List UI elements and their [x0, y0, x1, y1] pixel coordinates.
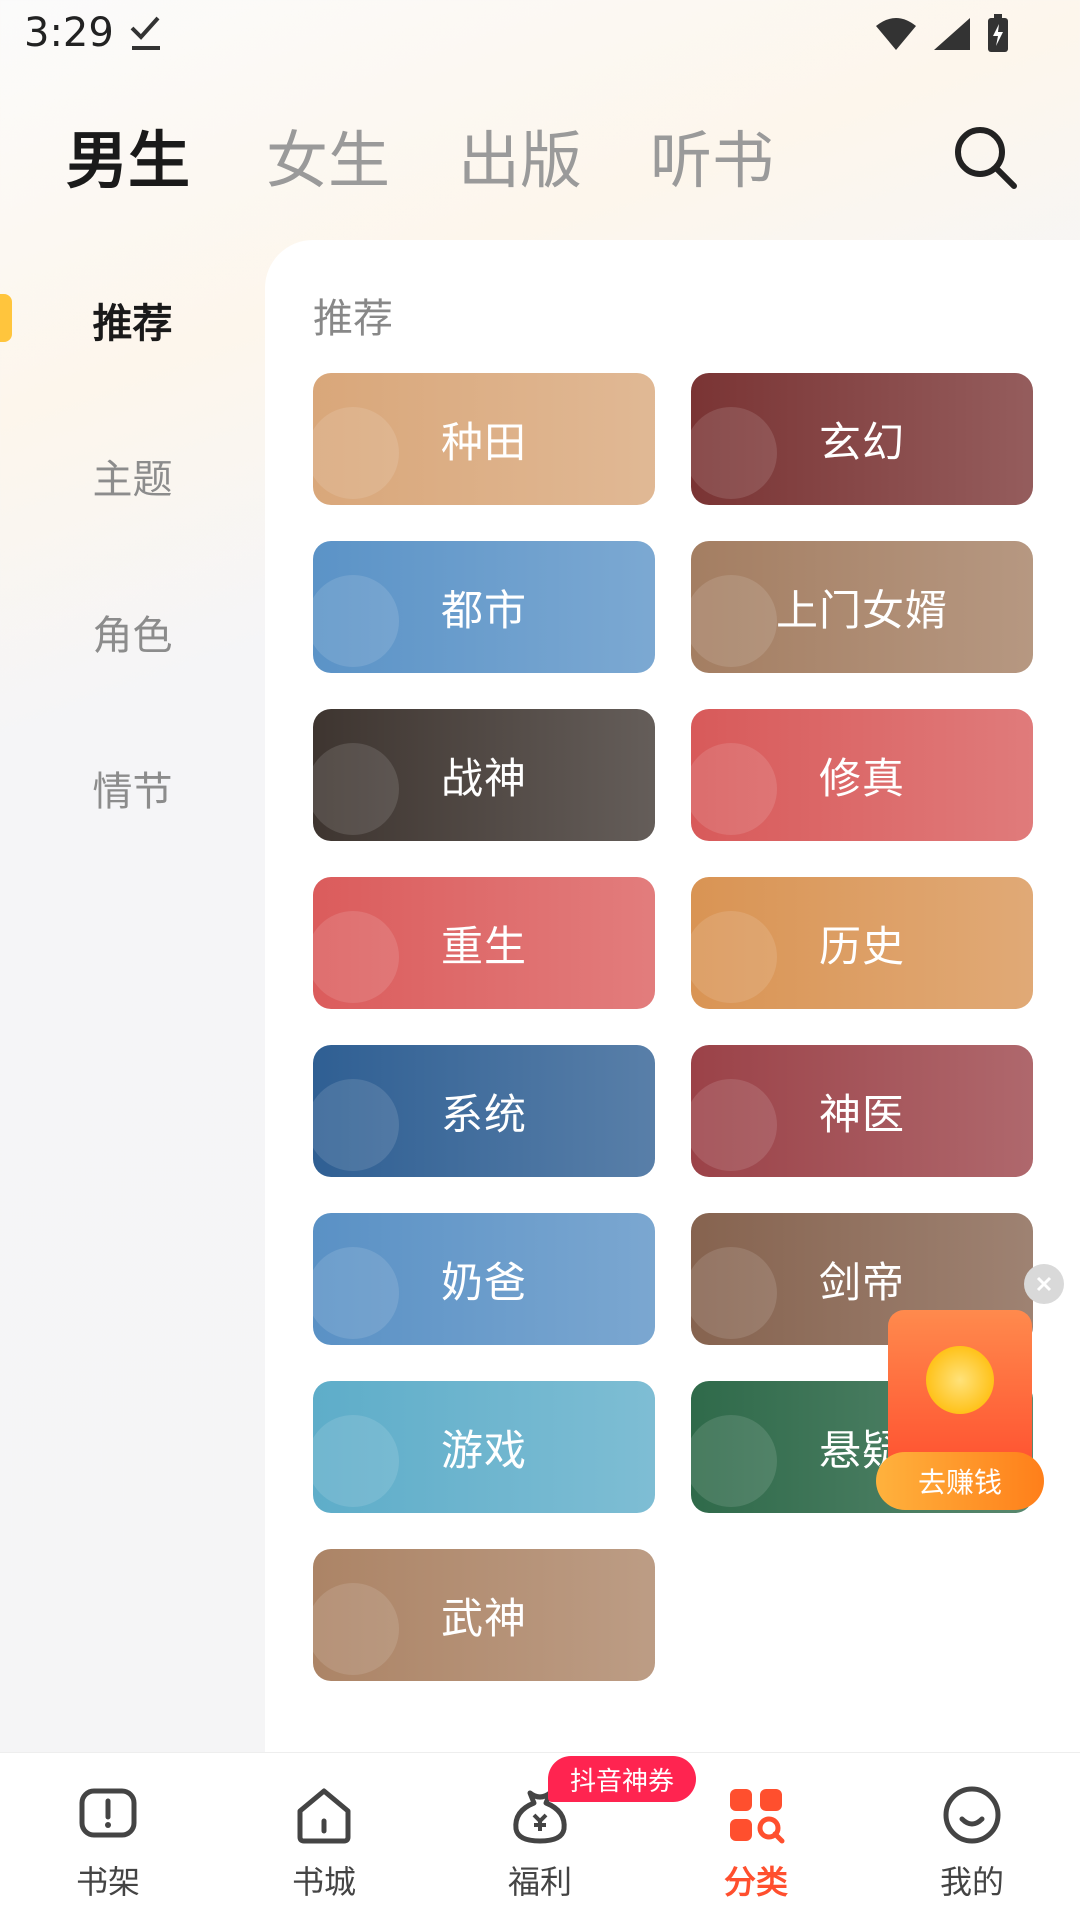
nav-label-category: 分类 — [723, 1863, 788, 1901]
category-panel: 推荐 种田 玄幻 都市 上门女婿 战神 修真 重生 历史 系统 神医 奶爸 剑帝 游戏 悬疑 武神 — [265, 240, 1080, 1752]
category-label: 种田 — [440, 417, 527, 467]
nav-label-bookshelf: 书架 — [75, 1863, 140, 1901]
wifi-icon — [876, 18, 916, 50]
category-label: 玄幻 — [818, 417, 905, 467]
battery-icon — [988, 14, 1008, 52]
category-card[interactable]: 游戏 — [313, 1381, 655, 1513]
category-card[interactable]: 神医 — [691, 1045, 1033, 1177]
category-label: 武神 — [440, 1593, 527, 1643]
tab-female[interactable]: 女生 — [266, 110, 390, 200]
status-bar: 3:29 — [0, 0, 1080, 72]
section-title: 推荐 — [313, 296, 393, 342]
category-card[interactable]: 上门女婿 — [691, 541, 1033, 673]
sidebar-item-role[interactable]: 角色 — [0, 582, 265, 682]
category-card[interactable]: 战神 — [313, 709, 655, 841]
category-label: 游戏 — [440, 1425, 527, 1475]
tab-audiobook[interactable]: 听书 — [650, 110, 774, 200]
tab-publish[interactable]: 出版 — [458, 110, 582, 200]
category-card[interactable]: 武神 — [313, 1549, 655, 1681]
nav-label-bookstore: 书城 — [291, 1863, 356, 1901]
promo-badge: 抖音神券 — [548, 1756, 697, 1802]
search-icon[interactable] — [950, 122, 1020, 192]
category-label: 修真 — [818, 753, 905, 803]
home-icon — [297, 1788, 351, 1844]
close-floating-button[interactable] — [1024, 1264, 1064, 1304]
sidebar-item-recommend[interactable]: 推荐 — [0, 270, 265, 370]
status-icons — [874, 14, 1010, 54]
coin-icon — [926, 1346, 994, 1414]
category-grid-icon — [730, 1789, 785, 1844]
close-icon — [1036, 1276, 1052, 1292]
category-card[interactable]: 系统 — [313, 1045, 655, 1177]
download-done-icon — [130, 16, 160, 50]
nav-label-profile: 我的 — [939, 1863, 1004, 1901]
category-sidebar: 推荐 主题 角色 情节 — [0, 240, 265, 1750]
earn-money-button[interactable]: 去赚钱 — [876, 1452, 1044, 1510]
sidebar-item-theme[interactable]: 主题 — [0, 426, 265, 526]
bookshelf-icon — [79, 1788, 137, 1838]
category-label: 系统 — [440, 1089, 527, 1139]
category-card[interactable]: 历史 — [691, 877, 1033, 1009]
nav-profile[interactable]: 我的 — [864, 1753, 1080, 1921]
bottom-nav: 书架 书城 福利 分类 我的 — [0, 1752, 1080, 1921]
status-time: 3:29 — [24, 10, 114, 56]
sidebar-item-plot[interactable]: 情节 — [0, 738, 265, 838]
nav-label-welfare: 福利 — [507, 1863, 572, 1901]
tab-male[interactable]: 男生 — [66, 110, 190, 200]
category-label: 上门女婿 — [775, 585, 948, 635]
smile-icon — [943, 1786, 1001, 1844]
category-card[interactable]: 奶爸 — [313, 1213, 655, 1345]
signal-icon — [934, 18, 970, 50]
nav-bookstore[interactable]: 书城 — [216, 1753, 432, 1921]
category-label: 奶爸 — [440, 1257, 527, 1307]
category-card[interactable]: 修真 — [691, 709, 1033, 841]
category-label: 都市 — [440, 585, 527, 635]
top-tabs: 男生 女生 出版 听书 — [0, 110, 1080, 220]
category-label: 神医 — [818, 1089, 905, 1139]
category-card[interactable]: 玄幻 — [691, 373, 1033, 505]
category-label: 重生 — [440, 921, 527, 971]
category-card[interactable]: 种田 — [313, 373, 655, 505]
category-label: 战神 — [440, 753, 527, 803]
nav-bookshelf[interactable]: 书架 — [0, 1753, 216, 1921]
category-label: 历史 — [818, 921, 905, 971]
category-card[interactable]: 重生 — [313, 877, 655, 1009]
category-card[interactable]: 都市 — [313, 541, 655, 673]
